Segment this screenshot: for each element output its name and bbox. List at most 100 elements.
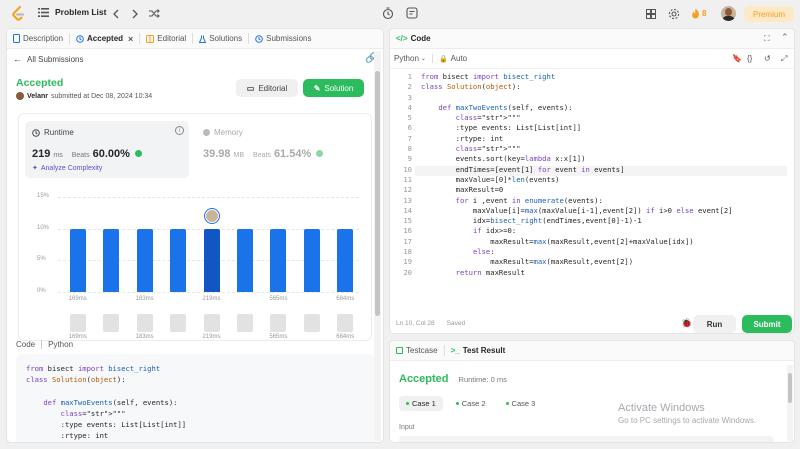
test-result-tab-label: Test Result	[462, 346, 506, 355]
run-button[interactable]: Run	[693, 315, 736, 333]
terminal-icon: >_	[450, 346, 460, 355]
runtime-bar[interactable]	[103, 228, 120, 292]
runtime-bar[interactable]	[69, 228, 86, 292]
line-number: 14	[403, 205, 412, 215]
reset-icon[interactable]: ↺	[764, 54, 771, 63]
submitted-code: from bisect import bisect_rightclass Sol…	[26, 363, 186, 441]
code-line: class Solution(object):	[26, 375, 126, 385]
tab-accepted[interactable]: Accepted ×	[70, 29, 139, 49]
format-braces-icon[interactable]: {}	[747, 54, 752, 63]
line-number: 4	[407, 102, 412, 112]
runtime-bar[interactable]	[236, 228, 253, 292]
case-tab-label: Case 1	[412, 399, 436, 408]
auto-mode-toggle[interactable]: 🔒 Auto	[439, 54, 467, 63]
case-tab-label: Case 3	[511, 399, 536, 408]
user-avatar-small	[16, 92, 24, 100]
code-section-header: Code Python	[16, 340, 73, 349]
line-number: 16	[403, 226, 412, 236]
code-line: :rtype: int	[421, 133, 504, 143]
expand-icon[interactable]: ⛶	[764, 34, 770, 44]
result-scrollbar[interactable]	[787, 365, 793, 441]
timer-icon[interactable]	[382, 7, 394, 20]
code-line: class="str">"""	[60, 408, 126, 418]
runtime-bar[interactable]	[303, 228, 320, 292]
code-line: maxValue=[0]*len(events)	[421, 174, 560, 184]
toolbar-separator	[431, 54, 433, 63]
editor-panel: </> Code ⛶ ⌃ Python ⌄ 🔒 Auto 🔖 {} ↺ ⤢ 12…	[389, 28, 795, 334]
clock-icon	[32, 128, 40, 137]
input-label: Input	[399, 424, 415, 431]
memory-beats-label: Beats	[253, 152, 271, 159]
all-submissions-link[interactable]: ← All Submissions	[13, 54, 83, 64]
memory-box[interactable]: Memory 39.98 MB Beats 61.54%	[197, 121, 357, 178]
input-box[interactable]	[399, 436, 774, 442]
line-number: 1	[407, 72, 412, 81]
tab-description-label: Description	[23, 34, 64, 43]
runtime-bar[interactable]	[337, 228, 354, 292]
solution-button[interactable]: ✎ Solution	[303, 79, 364, 97]
sparkle-icon: ✦	[32, 165, 38, 172]
runtime-distribution-chart[interactable]: 15% 10% 5% 0% 169ms 169ms 183ms 183ms 219ms 219ms…	[19, 182, 373, 346]
tab-testcase[interactable]: Testcase	[390, 341, 444, 361]
leetcode-logo[interactable]	[11, 6, 25, 22]
overview-bar	[136, 314, 153, 332]
tab-solutions-label: Solutions	[209, 34, 243, 43]
runtime-bar[interactable]	[203, 228, 220, 292]
code-editor[interactable]: 1 2 3 4 5 6 7 8 9 10 11 12 13 14 15 16 17 18 19 20 from bis…	[390, 72, 794, 312]
case-tab-1[interactable]: Case 1	[399, 396, 443, 411]
next-problem-icon[interactable]	[131, 9, 139, 19]
memory-beats: 61.54%	[273, 148, 312, 160]
analyze-complexity-link[interactable]: ✦ Analyze Complexity	[32, 164, 102, 173]
case-tab-3[interactable]: Case 3	[499, 396, 543, 411]
left-scrollbar[interactable]	[374, 51, 381, 441]
editor-fullscreen-icon[interactable]: ⤢	[781, 54, 787, 64]
settings-gear-icon[interactable]	[668, 8, 680, 20]
problem-list-button[interactable]: Problem List	[38, 7, 106, 17]
tab-test-result[interactable]: >_ Test Result	[445, 341, 512, 361]
tab-solutions[interactable]: Solutions	[193, 29, 248, 49]
bookmark-icon[interactable]: 🔖	[732, 54, 742, 63]
shuffle-icon[interactable]	[148, 8, 160, 19]
code-line: :type events: List[List[int]]	[26, 420, 187, 430]
case-tab-2[interactable]: Case 2	[449, 396, 493, 411]
tab-code[interactable]: </> Code	[390, 29, 437, 49]
tab-submissions[interactable]: Submissions	[249, 29, 317, 49]
tab-description[interactable]: Description	[7, 29, 69, 49]
premium-button[interactable]: Premium	[744, 6, 794, 22]
notes-icon[interactable]	[406, 7, 418, 19]
result-scrollbar-thumb[interactable]	[788, 373, 792, 403]
code-line: from bisect import bisect_right	[26, 364, 161, 373]
leetcoin-icon	[134, 150, 142, 157]
y-tick-label: 5%	[37, 256, 46, 263]
prev-problem-icon[interactable]	[112, 9, 120, 19]
activate-windows-watermark: Activate Windows Go to PC settings to ac…	[618, 402, 756, 425]
layout-icon[interactable]	[646, 9, 656, 19]
result-status: Accepted	[399, 373, 449, 385]
line-number: 15	[403, 216, 412, 226]
collapse-icon[interactable]: ⌃	[781, 32, 789, 43]
language-select[interactable]: Python ⌄	[394, 54, 426, 63]
editor-toolbar: Python ⌄ 🔒 Auto 🔖 {} ↺ ⤢	[390, 49, 794, 69]
close-tab-icon[interactable]: ×	[128, 34, 133, 44]
runtime-box[interactable]: Runtime i 219 ms Beats 60.00% ✦ Analyze …	[25, 121, 189, 178]
watermark-title: Activate Windows	[618, 402, 705, 414]
history-icon	[76, 34, 84, 43]
runtime-bar[interactable]	[170, 228, 187, 292]
left-scrollbar-thumb[interactable]	[375, 71, 380, 316]
line-number: 9	[407, 154, 412, 164]
username[interactable]: Velanr	[27, 93, 48, 100]
line-number: 11	[403, 174, 412, 184]
line-number: 8	[407, 144, 412, 154]
runtime-bar[interactable]	[270, 228, 287, 292]
line-number: 2	[407, 82, 412, 92]
runtime-bar[interactable]	[136, 228, 153, 292]
info-icon[interactable]: i	[175, 126, 184, 135]
submitted-code-block[interactable]: from bisect import bisect_rightclass Sol…	[16, 354, 374, 442]
editorial-button[interactable]: ▭ Editorial	[236, 79, 298, 97]
debug-bug-icon[interactable]: 🐞	[681, 318, 692, 329]
tab-editorial[interactable]: Editorial	[140, 29, 192, 49]
submit-button[interactable]: Submit	[742, 315, 792, 333]
user-avatar[interactable]	[721, 6, 736, 21]
streak-counter[interactable]: 8	[691, 8, 706, 19]
case-tabs: Case 1 Case 2 Case 3	[399, 396, 542, 411]
